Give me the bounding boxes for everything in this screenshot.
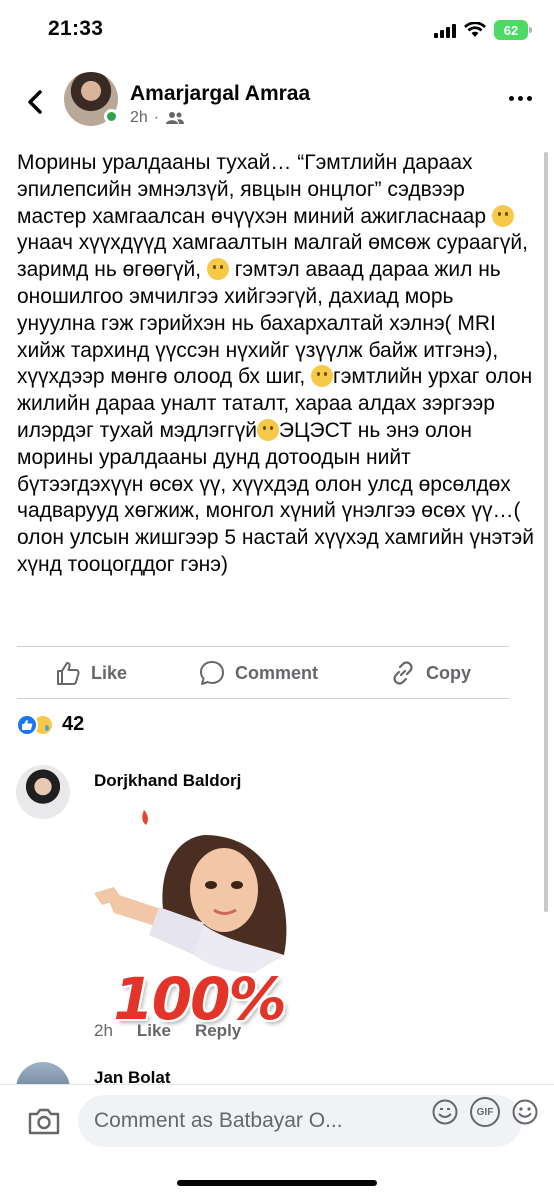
home-indicator[interactable]	[177, 1180, 377, 1186]
post-time[interactable]: 2h	[130, 109, 148, 127]
slightly-frowning-emoji-icon	[491, 204, 514, 227]
status-bar: 21:33 62	[0, 0, 554, 62]
comment-like-button[interactable]: Like	[137, 1021, 171, 1041]
like-label: Like	[91, 662, 128, 683]
reactions-summary[interactable]: 42	[16, 713, 84, 736]
commenter-avatar[interactable]	[16, 1062, 70, 1084]
divider	[17, 698, 509, 699]
like-thumb-icon	[57, 662, 80, 685]
wifi-icon	[464, 22, 486, 37]
commenter-avatar[interactable]	[16, 765, 70, 819]
post-text-segment: ЭЦЭСТ нь энэ олон морины уралдааны дунд …	[17, 418, 534, 576]
like-button[interactable]: Like	[55, 660, 127, 686]
author-avatar[interactable]	[64, 72, 119, 126]
link-icon	[393, 661, 413, 685]
comment-sticker[interactable]: 100%	[84, 795, 314, 1033]
post-header: Amarjargal Amraa 2h ·	[0, 62, 554, 142]
friends-icon	[166, 112, 185, 124]
meta-separator: ·	[153, 109, 160, 126]
battery-icon: 62	[494, 20, 532, 40]
copy-label: Copy	[425, 662, 471, 683]
online-status-icon	[104, 109, 119, 124]
author-name[interactable]: Amarjargal Amraa	[130, 82, 310, 106]
post-actions: Like Comment Copy	[17, 648, 509, 698]
pleading-emoji-icon	[311, 365, 334, 388]
comment-input[interactable]	[94, 1109, 384, 1133]
scrollbar[interactable]	[544, 152, 548, 912]
battery-level: 62	[503, 22, 519, 38]
gif-button[interactable]: GIF	[470, 1097, 500, 1127]
copy-button[interactable]: Copy	[390, 660, 471, 686]
crying-emoji-icon	[206, 258, 229, 281]
sticker-icon[interactable]	[430, 1097, 460, 1127]
upside-down-emoji-icon	[256, 418, 279, 441]
sticker-character-image	[94, 810, 287, 973]
gif-icon: GIF	[470, 1097, 500, 1127]
back-chevron-icon[interactable]	[20, 84, 50, 120]
commenter-name[interactable]: Jan Bolat	[94, 1068, 171, 1084]
emoji-icon[interactable]	[510, 1097, 540, 1127]
comment-label: Comment	[235, 662, 319, 683]
post-text: Морины уралдааны тухай… “Гэмтлийн дараах…	[17, 150, 537, 579]
status-time: 21:33	[48, 17, 104, 40]
more-dots-icon[interactable]	[509, 96, 532, 101]
comment-bubble-icon	[200, 661, 224, 685]
divider	[17, 646, 509, 647]
post-meta: 2h ·	[130, 109, 185, 127]
comment-reply-button[interactable]: Reply	[195, 1021, 241, 1041]
status-icons: 62	[434, 20, 532, 40]
cellular-signal-icon	[434, 22, 456, 38]
camera-icon[interactable]	[26, 1103, 62, 1139]
composer-icons: GIF	[430, 1097, 540, 1127]
post-text-segment: Морины уралдааны тухай… “Гэмтлийн дараах…	[17, 151, 492, 228]
like-reaction-icon	[16, 713, 38, 736]
comment-meta: 2h Like Reply	[94, 1021, 241, 1041]
commenter-name[interactable]: Dorjkhand Baldorj	[94, 771, 241, 791]
reaction-count: 42	[62, 713, 85, 735]
comment-button[interactable]: Comment	[199, 660, 318, 686]
comment-time: 2h	[94, 1021, 113, 1040]
comment: Jan Bolat	[16, 1062, 536, 1084]
